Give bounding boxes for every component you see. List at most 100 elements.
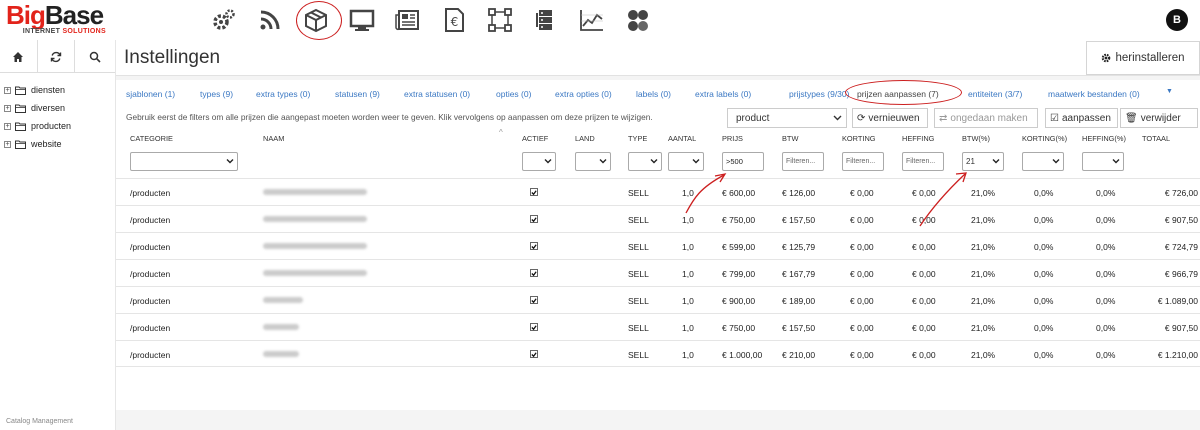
- table-row[interactable]: /producten SELL 1,0 € 750,00 € 157,50 € 0,00 €…: [116, 313, 1200, 340]
- selection-frame-icon[interactable]: [481, 0, 518, 40]
- settings-gears-icon[interactable]: [205, 0, 242, 40]
- column-header-btw[interactable]: BTW(%): [962, 134, 990, 143]
- tree-item-producten[interactable]: + producten: [0, 117, 115, 135]
- column-header-actief[interactable]: ACTIEF: [522, 134, 548, 143]
- tree-item-diensten[interactable]: + diensten: [0, 81, 115, 99]
- column-header-aantal[interactable]: AANTAL: [668, 134, 696, 143]
- cell-prijs: € 799,00: [722, 269, 756, 279]
- tab-prijstypes[interactable]: prijstypes (9/30): [789, 89, 849, 99]
- column-header-prijs[interactable]: PRIJS: [722, 134, 743, 143]
- sort-arrow-icon[interactable]: ^: [499, 128, 503, 137]
- apply-button[interactable]: ☑ aanpassen: [1045, 108, 1118, 128]
- reinstall-button[interactable]: herinstalleren: [1086, 41, 1200, 75]
- home-button[interactable]: [0, 40, 38, 73]
- btw-pct-filter-select[interactable]: 21: [962, 152, 1004, 171]
- line-chart-icon[interactable]: [573, 0, 610, 40]
- table-header: CATEGORIE NAAM ACTIEF LAND TYPE AANTAL PRIJS BT…: [116, 128, 1200, 146]
- table-row[interactable]: /producten SELL 1,0 € 1.000,00 € 210,00 € 0,0…: [116, 340, 1200, 367]
- aantal-filter-select[interactable]: [668, 152, 704, 171]
- column-header-korting[interactable]: KORTING(%): [1022, 134, 1067, 143]
- delete-button[interactable]: 🗑 verwijder: [1120, 108, 1198, 128]
- column-header-type[interactable]: TYPE: [628, 134, 647, 143]
- table-row[interactable]: /producten SELL 1,0 € 599,00 € 125,79 € 0,00 €…: [116, 232, 1200, 259]
- tab-extra-opties[interactable]: extra opties (0): [555, 89, 612, 99]
- expand-icon[interactable]: +: [4, 86, 11, 94]
- refresh-prices-button[interactable]: ⟳ vernieuwen: [852, 108, 928, 128]
- type-filter-select[interactable]: [628, 152, 662, 171]
- table-row[interactable]: /producten SELL 1,0 € 900,00 € 189,00 € 0,00 €…: [116, 286, 1200, 313]
- tree-item-website[interactable]: + website: [0, 135, 115, 153]
- cell-korting: € 0,00: [850, 350, 874, 360]
- column-header-land[interactable]: LAND: [575, 134, 595, 143]
- actief-checkbox[interactable]: [530, 215, 538, 223]
- cell-prijs: € 900,00: [722, 296, 756, 306]
- monitor-icon[interactable]: [343, 0, 380, 40]
- server-stack-icon[interactable]: [527, 0, 564, 40]
- tabs-more-chevron-icon[interactable]: ▼: [1166, 88, 1173, 95]
- btw-filter-input[interactable]: Filteren...: [782, 152, 824, 171]
- land-filter-select[interactable]: [575, 152, 611, 171]
- actief-checkbox[interactable]: [530, 269, 538, 277]
- chevron-down-icon: [692, 159, 700, 164]
- checkmark-icon: [531, 351, 537, 357]
- column-header-categorie[interactable]: CATEGORIE: [130, 134, 173, 143]
- product-select[interactable]: product: [727, 108, 847, 128]
- tab-extra-statusen[interactable]: extra statusen (0): [404, 89, 470, 99]
- tree-item-label: website: [31, 139, 62, 149]
- cell-btw-pct: 21,0%: [971, 323, 996, 333]
- chevron-down-icon: [992, 159, 1000, 164]
- actief-checkbox[interactable]: [530, 323, 538, 331]
- table-row[interactable]: /producten SELL 1,0 € 600,00 € 126,00 € 0,00 €…: [116, 178, 1200, 205]
- actief-checkbox[interactable]: [530, 296, 538, 304]
- tab-types[interactable]: types (9): [200, 89, 233, 99]
- euro-document-icon[interactable]: €: [435, 0, 472, 40]
- tab-labels[interactable]: labels (0): [636, 89, 671, 99]
- swap-arrows-icon: ⇄: [939, 112, 948, 124]
- column-header-korting[interactable]: KORTING: [842, 134, 876, 143]
- actief-filter-select[interactable]: [522, 152, 556, 171]
- heffing-pct-filter-select[interactable]: [1082, 152, 1124, 171]
- table-row[interactable]: /producten SELL 1,0 € 799,00 € 167,79 € 0,00 €…: [116, 259, 1200, 286]
- heffing-filter-input[interactable]: Filteren...: [902, 152, 944, 171]
- rss-feed-icon[interactable]: [251, 0, 288, 40]
- cell-btw-pct: 21,0%: [971, 296, 996, 306]
- column-header-heffing[interactable]: HEFFING(%): [1082, 134, 1126, 143]
- tab-entiteiten[interactable]: entiteiten (3/7): [968, 89, 1022, 99]
- korting-filter-input[interactable]: Filteren...: [842, 152, 884, 171]
- home-icon: [13, 51, 24, 62]
- folder-icon: [15, 140, 26, 149]
- tab-extra-labels[interactable]: extra labels (0): [695, 89, 751, 99]
- user-avatar[interactable]: B: [1166, 9, 1188, 31]
- expand-icon[interactable]: +: [4, 104, 11, 112]
- tab-statusen[interactable]: statusen (9): [335, 89, 380, 99]
- search-button[interactable]: [75, 40, 115, 73]
- cell-korting-pct: 0,0%: [1034, 296, 1054, 306]
- price-toolbar: Gebruik eerst de filters om alle prijzen…: [116, 108, 1200, 128]
- prijs-filter-input[interactable]: >500: [722, 152, 764, 171]
- tab-maatwerk-bestanden[interactable]: maatwerk bestanden (0): [1048, 89, 1140, 99]
- expand-icon[interactable]: +: [4, 140, 11, 148]
- cell-type: SELL: [628, 323, 649, 333]
- column-header-heffing[interactable]: HEFFING: [902, 134, 934, 143]
- column-header-naam[interactable]: NAAM: [263, 134, 284, 143]
- tab-sjablonen[interactable]: sjablonen (1): [126, 89, 175, 99]
- bigbase-logo[interactable]: BigBase INTERNET SOLUTIONS: [6, 2, 110, 38]
- undo-button[interactable]: ⇄ ongedaan maken: [934, 108, 1038, 128]
- column-header-totaal[interactable]: TOTAAL: [1142, 134, 1170, 143]
- actief-checkbox[interactable]: [530, 350, 538, 358]
- tab-extra-types[interactable]: extra types (0): [256, 89, 310, 99]
- actief-checkbox[interactable]: [530, 242, 538, 250]
- package-box-icon[interactable]: [297, 0, 334, 40]
- expand-icon[interactable]: +: [4, 122, 11, 130]
- column-header-btw[interactable]: BTW: [782, 134, 798, 143]
- korting-pct-filter-select[interactable]: [1022, 152, 1064, 171]
- refresh-button[interactable]: [38, 40, 76, 73]
- users-group-icon[interactable]: [619, 0, 656, 40]
- table-row[interactable]: /producten SELL 1,0 € 750,00 € 157,50 € 0,00 €…: [116, 205, 1200, 232]
- tab-opties[interactable]: opties (0): [496, 89, 531, 99]
- newspaper-icon[interactable]: [389, 0, 426, 40]
- categorie-filter-select[interactable]: [130, 152, 238, 171]
- tab-prijzen-aanpassen[interactable]: prijzen aanpassen (7): [857, 89, 939, 99]
- actief-checkbox[interactable]: [530, 188, 538, 196]
- tree-item-diversen[interactable]: + diversen: [0, 99, 115, 117]
